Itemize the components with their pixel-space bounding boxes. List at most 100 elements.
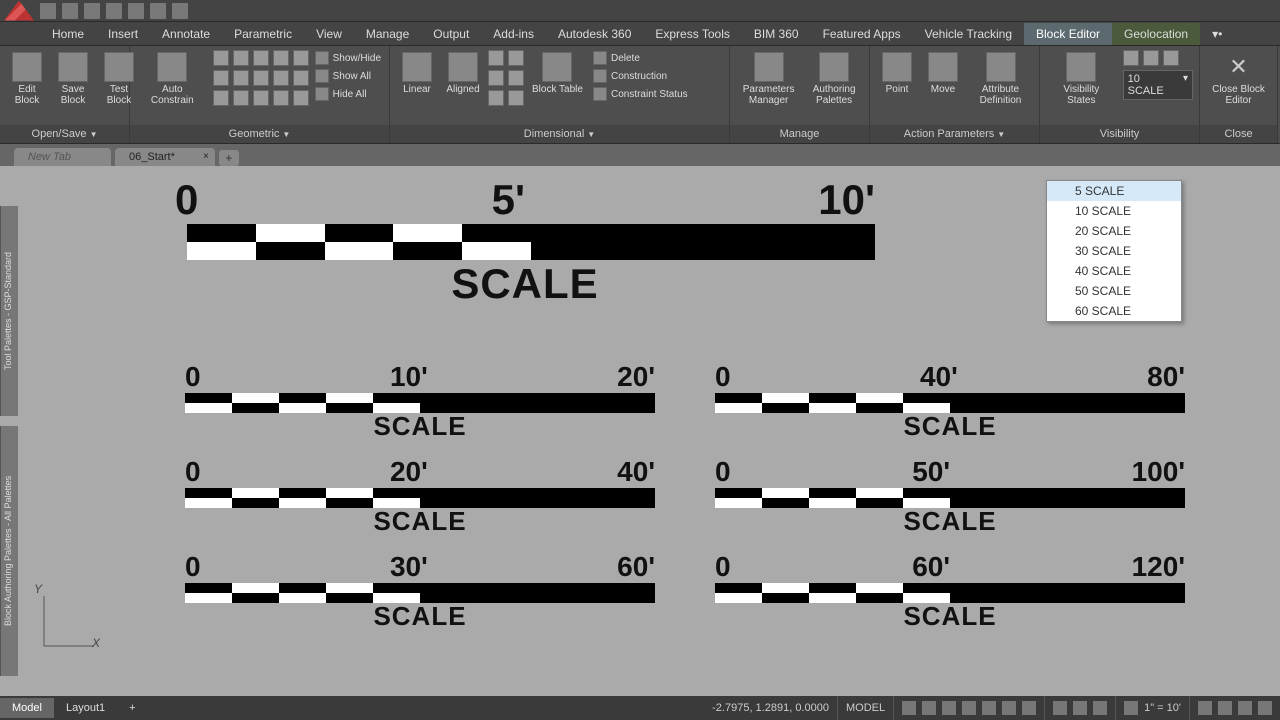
ribbon-tab-extra-icon[interactable]: ▾•: [1200, 23, 1234, 45]
qat-saveas-icon[interactable]: [106, 3, 122, 19]
constraint-icon[interactable]: [293, 70, 309, 86]
ribbon-tab-bim360[interactable]: BIM 360: [742, 23, 811, 45]
qat-redo-icon[interactable]: [172, 3, 188, 19]
constraint-icon[interactable]: [213, 70, 229, 86]
dim-icon[interactable]: [508, 50, 524, 66]
hardware-toggle-icon[interactable]: [1093, 701, 1107, 715]
panel-title-dimensional[interactable]: Dimensional▼: [390, 125, 729, 143]
annotation-toggle-icon[interactable]: [1053, 701, 1067, 715]
tool-palettes-panel[interactable]: Tool Palettes - GSP-Standard: [0, 206, 18, 416]
move-button[interactable]: Move: [922, 50, 964, 97]
dim-icon[interactable]: [508, 90, 524, 106]
model-space-tab[interactable]: Model: [0, 698, 54, 718]
layout-tab[interactable]: Layout1: [54, 698, 117, 718]
visibility-option[interactable]: 5 SCALE: [1047, 181, 1181, 201]
point-button[interactable]: Point: [876, 50, 918, 97]
vis-tool-icon[interactable]: [1143, 50, 1159, 66]
dim-icon[interactable]: [488, 70, 504, 86]
add-layout-button[interactable]: +: [117, 698, 147, 718]
status-icon[interactable]: [1238, 701, 1252, 715]
dim-icon[interactable]: [508, 70, 524, 86]
constraint-icon[interactable]: [293, 50, 309, 66]
ribbon-tab-manage[interactable]: Manage: [354, 23, 421, 45]
ribbon-tab-geolocation[interactable]: Geolocation: [1112, 23, 1200, 45]
qat-new-icon[interactable]: [40, 3, 56, 19]
qat-undo-icon[interactable]: [150, 3, 166, 19]
visibility-option[interactable]: 40 SCALE: [1047, 261, 1181, 281]
close-tab-icon[interactable]: ×: [203, 151, 209, 162]
constraint-icon[interactable]: [273, 90, 289, 106]
constraint-icon[interactable]: [233, 50, 249, 66]
qat-save-icon[interactable]: [84, 3, 100, 19]
parameters-manager-button[interactable]: Parameters Manager: [736, 50, 801, 108]
status-icon[interactable]: [1198, 701, 1212, 715]
ribbon-tab-output[interactable]: Output: [421, 23, 481, 45]
ribbon-tab-featuredapps[interactable]: Featured Apps: [811, 23, 913, 45]
visibility-option[interactable]: 10 SCALE: [1047, 201, 1181, 221]
osnap-toggle-icon[interactable]: [982, 701, 996, 715]
block-authoring-palettes-panel[interactable]: Block Authoring Palettes - All Palettes: [0, 426, 18, 676]
aligned-button[interactable]: Aligned: [442, 50, 484, 97]
snap-toggle-icon[interactable]: [922, 701, 936, 715]
authoring-palettes-button[interactable]: Authoring Palettes: [805, 50, 863, 108]
save-block-button[interactable]: Save Block: [52, 50, 94, 108]
lineweight-toggle-icon[interactable]: [1022, 701, 1036, 715]
visibility-dropdown[interactable]: 10 SCALE: [1123, 70, 1193, 100]
show-hide-button[interactable]: Show/Hide: [313, 50, 383, 66]
constraint-icon[interactable]: [213, 90, 229, 106]
ribbon-tab-annotate[interactable]: Annotate: [150, 23, 222, 45]
ribbon-tab-expresstools[interactable]: Express Tools: [643, 23, 741, 45]
ribbon-tab-home[interactable]: Home: [40, 23, 96, 45]
app-logo-icon[interactable]: [4, 1, 34, 21]
ribbon-tab-insert[interactable]: Insert: [96, 23, 150, 45]
ribbon-tab-addins[interactable]: Add-ins: [481, 23, 546, 45]
qat-open-icon[interactable]: [62, 3, 78, 19]
dim-icon[interactable]: [488, 90, 504, 106]
vis-tool-icon[interactable]: [1123, 50, 1139, 66]
model-toggle[interactable]: MODEL: [837, 696, 893, 720]
constraint-icon[interactable]: [233, 90, 249, 106]
visibility-option[interactable]: 20 SCALE: [1047, 221, 1181, 241]
constraint-icon[interactable]: [253, 70, 269, 86]
workspace-toggle-icon[interactable]: [1073, 701, 1087, 715]
constraint-icon[interactable]: [253, 90, 269, 106]
add-tab-button[interactable]: +: [219, 150, 239, 166]
auto-constrain-button[interactable]: Auto Constrain: [136, 50, 209, 108]
close-block-editor-button[interactable]: ✕Close Block Editor: [1206, 50, 1271, 108]
visibility-states-button[interactable]: Visibility States: [1046, 50, 1117, 108]
ribbon-tab-autodesk360[interactable]: Autodesk 360: [546, 23, 643, 45]
qat-plot-icon[interactable]: [128, 3, 144, 19]
delete-button[interactable]: Delete: [591, 50, 690, 66]
vis-tool-icon[interactable]: [1163, 50, 1179, 66]
linear-button[interactable]: Linear: [396, 50, 438, 97]
status-icon[interactable]: [1218, 701, 1232, 715]
doc-tab-active[interactable]: 06_Start*×: [115, 148, 215, 166]
panel-title-geometric[interactable]: Geometric▼: [130, 125, 389, 143]
visibility-option[interactable]: 30 SCALE: [1047, 241, 1181, 261]
constraint-icon[interactable]: [233, 70, 249, 86]
annotation-scale[interactable]: 1" = 10': [1115, 696, 1189, 720]
constraint-icon[interactable]: [293, 90, 309, 106]
visibility-option[interactable]: 50 SCALE: [1047, 281, 1181, 301]
grid-toggle-icon[interactable]: [902, 701, 916, 715]
constraint-icon[interactable]: [273, 50, 289, 66]
show-all-button[interactable]: Show All: [313, 68, 383, 84]
attribute-definition-button[interactable]: Attribute Definition: [968, 50, 1033, 108]
constraint-icon[interactable]: [273, 70, 289, 86]
visibility-option[interactable]: 60 SCALE: [1047, 301, 1181, 321]
ribbon-tab-vehicletracking[interactable]: Vehicle Tracking: [913, 23, 1024, 45]
ribbon-tab-view[interactable]: View: [304, 23, 354, 45]
hide-all-button[interactable]: Hide All: [313, 86, 383, 102]
construction-button[interactable]: Construction: [591, 68, 690, 84]
panel-title-opensave[interactable]: Open/Save▼: [0, 125, 129, 143]
constraint-icon[interactable]: [213, 50, 229, 66]
otrack-toggle-icon[interactable]: [1002, 701, 1016, 715]
edit-block-button[interactable]: Edit Block: [6, 50, 48, 108]
constraint-icon[interactable]: [253, 50, 269, 66]
ribbon-tab-parametric[interactable]: Parametric: [222, 23, 304, 45]
customize-icon[interactable]: [1258, 701, 1272, 715]
ribbon-tab-blockeditor[interactable]: Block Editor: [1024, 23, 1112, 45]
dim-icon[interactable]: [488, 50, 504, 66]
polar-toggle-icon[interactable]: [962, 701, 976, 715]
ortho-toggle-icon[interactable]: [942, 701, 956, 715]
